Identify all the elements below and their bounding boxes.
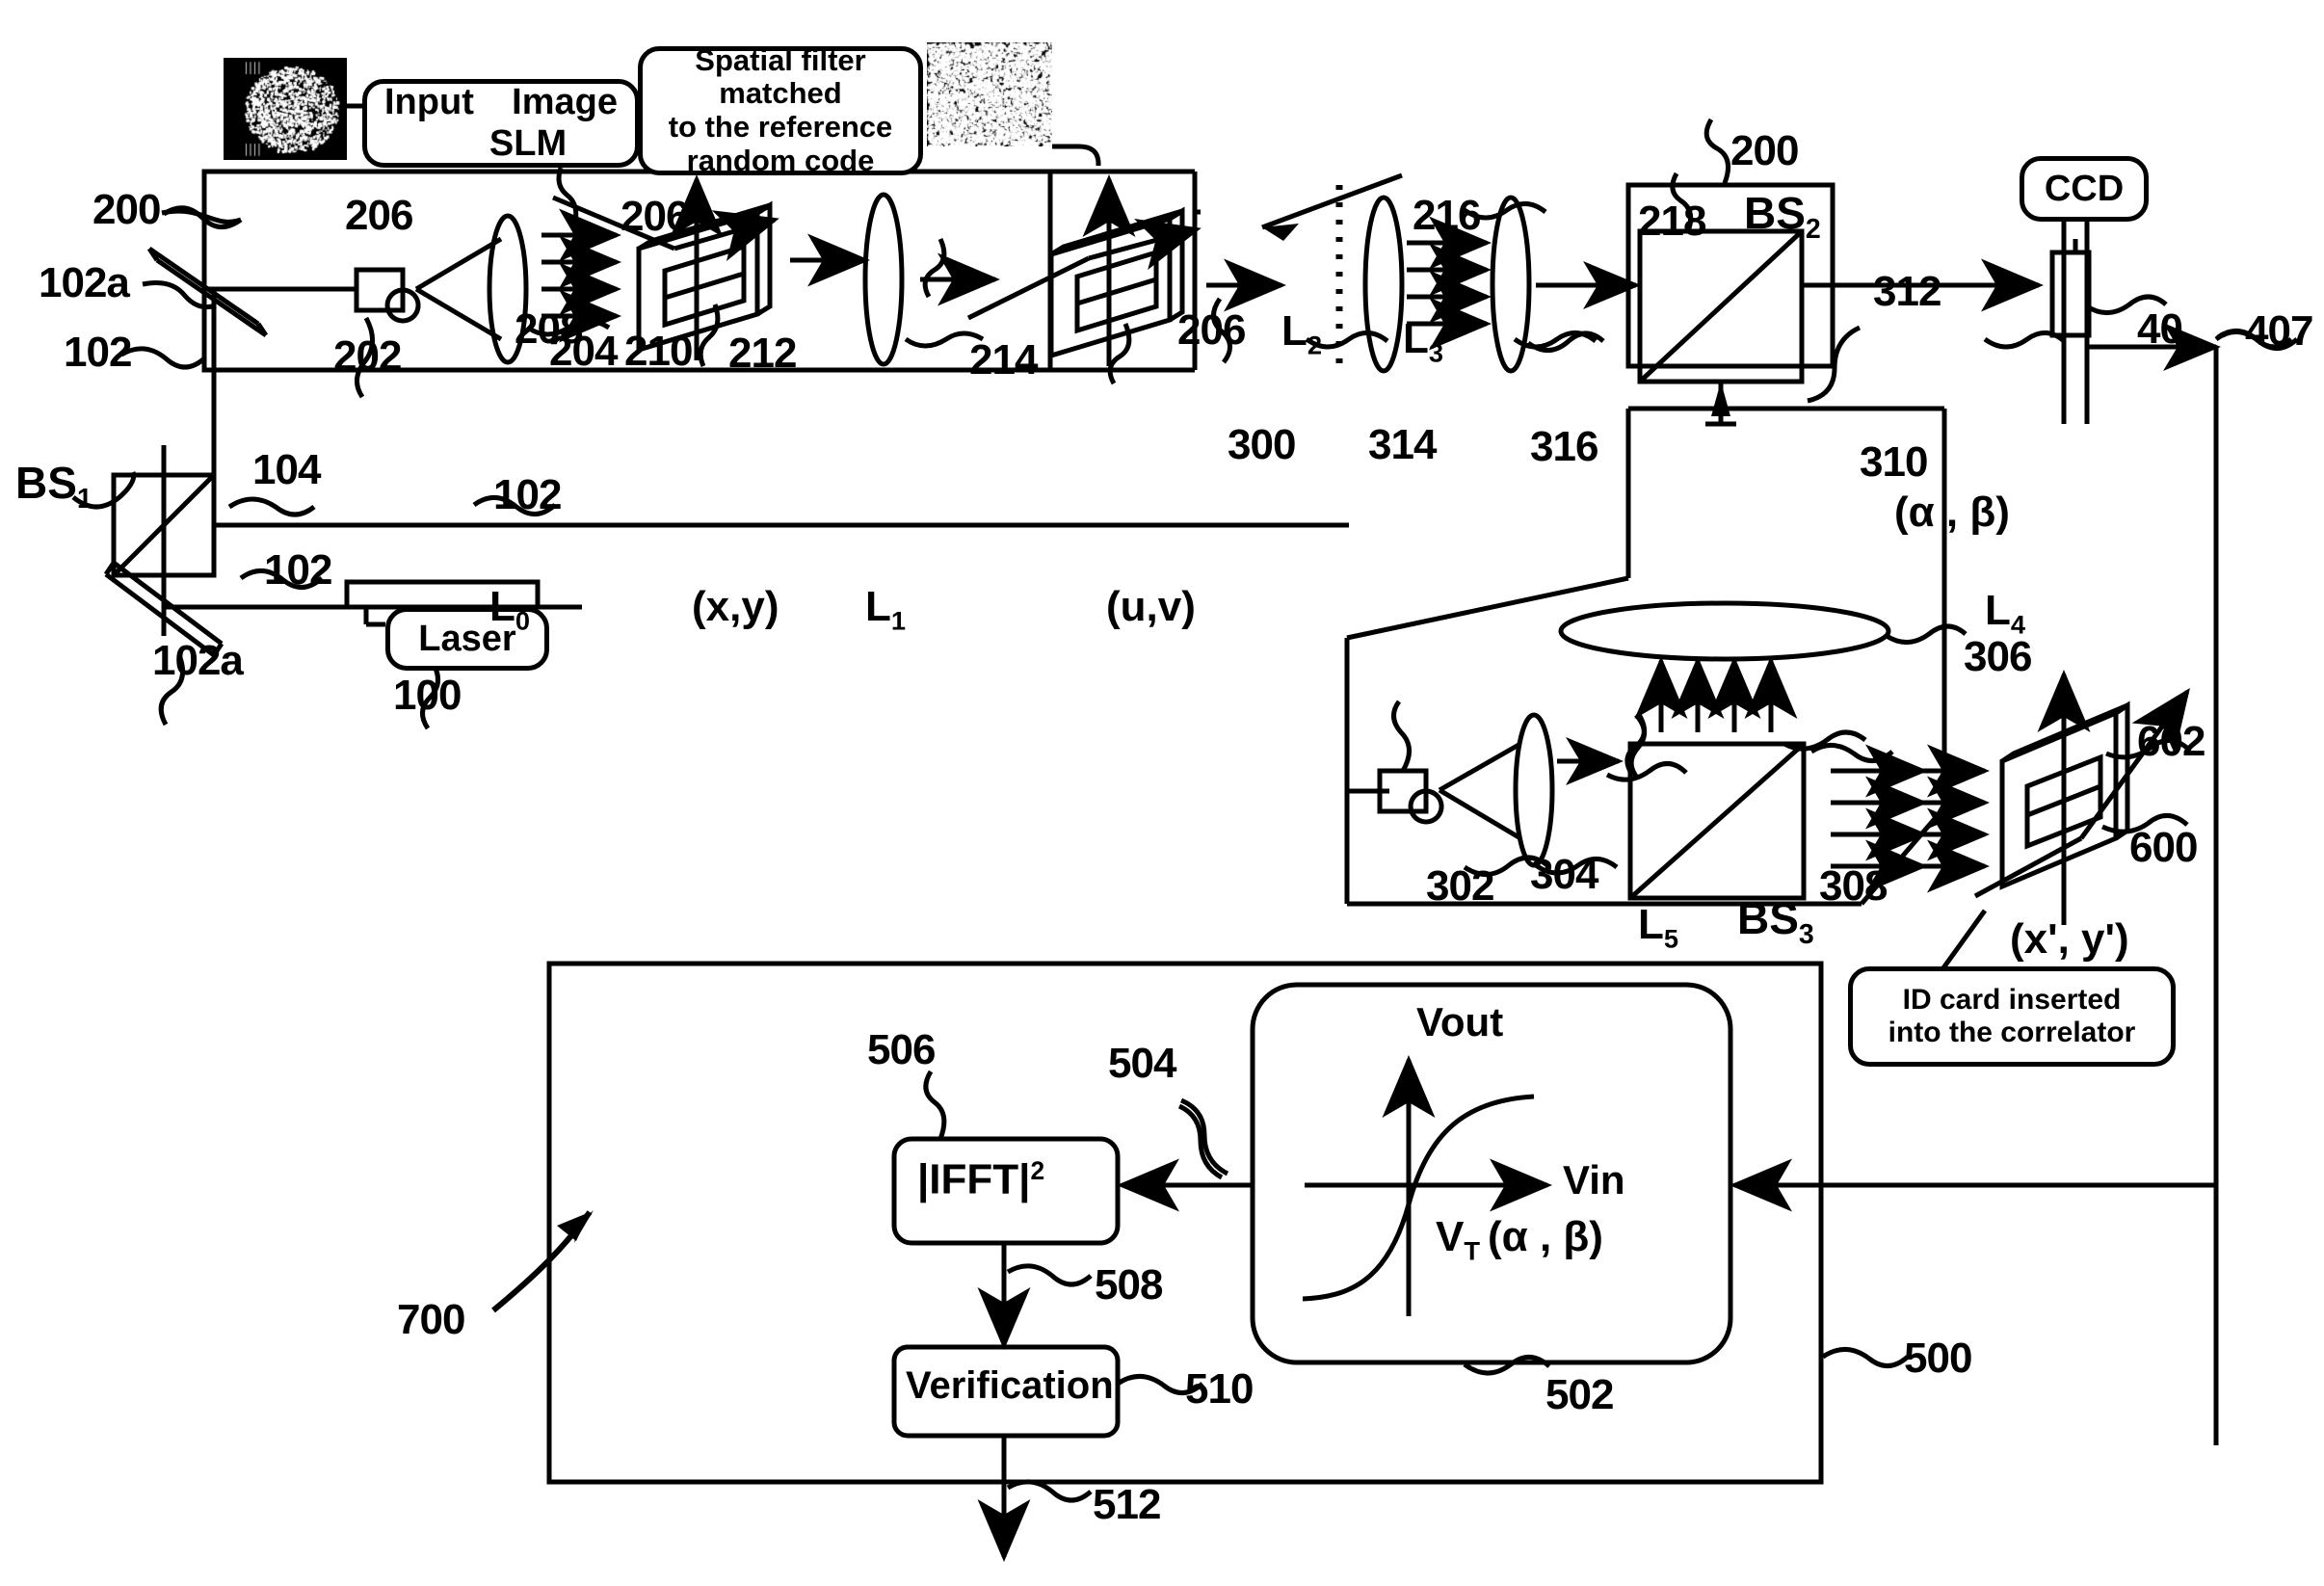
ifft-base: |IFFT| (917, 1156, 1030, 1203)
numeral-100: 100 (393, 674, 461, 717)
numeral-300: 300 (1228, 424, 1295, 466)
patent-figure-canvas: Input Image SLM Spatial filter matched t… (0, 0, 2324, 1586)
label-bs1: BS1 (15, 461, 92, 513)
callout-input-label: Input (384, 82, 474, 123)
numeral-316: 316 (1530, 426, 1598, 468)
bs3-base: BS (1737, 893, 1799, 943)
graph-threshold-label: VT (α , β) (1436, 1216, 1603, 1264)
label-l5: L5 (1638, 904, 1678, 952)
l4-base: L (1985, 587, 2011, 634)
numeral-302: 302 (1426, 865, 1493, 908)
numeral-216: 216 (1413, 195, 1480, 237)
id-card-line1: ID card inserted (1853, 984, 2171, 1017)
l2-sub: 2 (1307, 330, 1322, 360)
threshold-base: V (1436, 1213, 1464, 1260)
id-card-line2: into the correlator (1853, 1017, 2171, 1049)
label-bs3: BS3 (1737, 896, 1814, 948)
l3-sub: 3 (1429, 338, 1443, 368)
numeral-510: 510 (1185, 1368, 1253, 1411)
numeral-102a-top: 102a (39, 262, 129, 304)
numeral-206-a: 206 (345, 195, 412, 237)
label-coord-xy: (x,y) (692, 586, 779, 628)
l1-base: L (865, 583, 891, 630)
numeral-312: 312 (1873, 271, 1941, 313)
graph-vout-axis-label: Vout (1416, 1002, 1503, 1043)
numeral-206-b: 206 (621, 196, 688, 238)
bs2-sub: 2 (1806, 214, 1821, 245)
numeral-102-left: 102 (64, 331, 131, 374)
numeral-700: 700 (397, 1299, 464, 1341)
numeral-212: 212 (728, 332, 796, 375)
threshold-args: (α , β) (1488, 1213, 1603, 1260)
callout-spatial-filter: Spatial filter matched to the reference … (638, 46, 923, 175)
numeral-506: 506 (867, 1029, 935, 1071)
numeral-306: 306 (1964, 636, 2031, 678)
numeral-200-right: 200 (1730, 130, 1798, 172)
numeral-504: 504 (1108, 1043, 1175, 1085)
label-l4: L4 (1985, 590, 2025, 638)
label-coord-alpha-beta: (α , β) (1894, 491, 2010, 534)
numeral-208: 208 (515, 308, 582, 351)
numeral-102a-bottom: 102a (152, 640, 243, 682)
label-bs2: BS2 (1744, 191, 1821, 243)
numeral-512: 512 (1093, 1484, 1160, 1526)
numeral-407: 407 (2245, 310, 2312, 353)
bs1-base: BS (15, 458, 77, 508)
callout-image-label: Image (512, 82, 618, 123)
threshold-sub: T (1464, 1236, 1480, 1266)
l5-sub: 5 (1664, 924, 1678, 954)
numeral-502: 502 (1545, 1374, 1613, 1416)
numeral-308: 308 (1819, 865, 1887, 908)
spatial-filter-line3: random code (643, 145, 918, 178)
bs3-sub: 3 (1799, 919, 1814, 950)
numeral-602: 602 (2137, 721, 2205, 763)
numeral-310: 310 (1860, 441, 1927, 484)
l3-base: L (1403, 315, 1429, 362)
numeral-102-mid: 102 (493, 474, 561, 516)
ccd-label: CCD (2024, 169, 2144, 210)
callout-input-image-slm: Input Image SLM (362, 79, 640, 168)
label-coord-xprime-yprime: (x', y') (2010, 918, 2129, 961)
label-l3: L3 (1403, 318, 1443, 366)
numeral-40: 40 (2137, 308, 2182, 351)
numeral-500: 500 (1904, 1337, 1971, 1380)
callout-id-card-inserted: ID card inserted into the correlator (1848, 966, 2176, 1067)
numeral-102-lower: 102 (264, 549, 331, 592)
numeral-210: 210 (624, 330, 692, 373)
graph-vin-axis-label: Vin (1563, 1160, 1625, 1201)
bs1-sub: 1 (77, 484, 92, 515)
spatial-filter-line1: Spatial filter matched (643, 44, 918, 111)
numeral-600: 600 (2129, 827, 2197, 869)
numeral-508: 508 (1095, 1264, 1162, 1307)
label-l2: L2 (1281, 310, 1322, 358)
numeral-214: 214 (969, 339, 1037, 382)
l5-base: L (1638, 901, 1664, 948)
numeral-304: 304 (1530, 854, 1598, 896)
label-coord-uv: (u,v) (1106, 586, 1196, 628)
label-l0: L0 (489, 586, 530, 634)
numeral-218: 218 (1638, 200, 1705, 243)
numeral-202: 202 (333, 335, 401, 378)
numeral-200-left: 200 (92, 189, 160, 231)
callout-ccd: CCD (2020, 156, 2149, 222)
ifft-block-label: |IFFT|2 (917, 1158, 1044, 1202)
numeral-104: 104 (252, 449, 320, 491)
verification-block-label: Verification (906, 1366, 1114, 1405)
numeral-206-c: 206 (1177, 309, 1245, 352)
l1-sub: 1 (891, 606, 906, 636)
l2-base: L (1281, 307, 1307, 355)
label-l1: L1 (865, 586, 906, 634)
numeral-314: 314 (1368, 424, 1436, 466)
callout-slm-label: SLM (340, 123, 662, 165)
l0-sub: 0 (515, 606, 530, 636)
ifft-exponent: 2 (1030, 1156, 1044, 1185)
bs2-base: BS (1744, 188, 1806, 238)
l0-base: L (489, 583, 515, 630)
spatial-filter-line2: to the reference (643, 111, 918, 145)
